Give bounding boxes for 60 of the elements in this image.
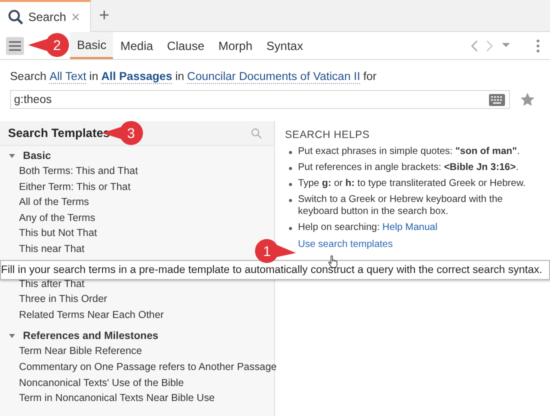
scope-link[interactable]: Councilar Documents of Vatican II [187,71,360,84]
keyboard-icon[interactable] [489,94,505,106]
help-text: Put exact phrases in simple quotes: "son of man". [298,146,520,158]
search-label: Search [10,71,46,84]
mode-tab[interactable]: Media [113,32,160,59]
search-icon [8,9,24,25]
help-text: Type g: or h: to type transliterated Greek or Hebrew. [298,178,526,190]
back-icon[interactable] [470,40,478,52]
template-item[interactable]: Term in Noncanonical Texts Near Bible Use [19,391,215,407]
group-heading[interactable]: References and Milestones [23,330,158,342]
helps-title: SEARCH HELPS [285,129,371,141]
star-icon[interactable] [520,92,535,107]
template-item[interactable]: Either Term: This or That [19,180,131,196]
search-label: in [175,71,184,84]
bullet-icon [289,167,292,170]
panel-title: Search Templates [8,126,110,140]
bullet-icon [289,227,292,230]
template-item[interactable]: Related Terms Near Each Other [19,308,164,324]
menu-button[interactable] [6,36,24,54]
template-item[interactable]: Commentary on One Passage refers to Another Passage [19,360,277,376]
menu-icon [9,40,21,50]
template-item[interactable]: Term Near Bible Reference [19,344,142,360]
expanded-icon[interactable] [9,333,15,340]
search-icon[interactable] [251,128,262,138]
scope-link[interactable]: All Passages [101,71,172,84]
help-link[interactable]: Help Manual [382,222,438,233]
tooltip: Fill in your search terms in a pre-made template to automatically construct a query with the correct search syntax. [0,260,550,280]
new-tab-button[interactable]: + [99,5,110,26]
mode-tab[interactable]: Clause [160,32,212,59]
search-label: in [89,71,98,84]
scope-link[interactable]: All Text [49,71,86,84]
dropdown-icon[interactable] [502,43,510,48]
template-item[interactable]: Three in This Order [19,292,108,308]
template-item[interactable]: Both Terms: This and That [19,164,138,180]
more-icon[interactable] [536,38,540,52]
expanded-icon[interactable] [9,153,15,159]
templates-link[interactable]: Use search templates [298,239,393,250]
template-item[interactable]: This near That [19,242,84,258]
search-field[interactable]: g:theos [10,90,510,109]
mode-tab[interactable]: Basic [70,32,114,59]
template-item[interactable]: This after That [19,276,84,292]
mode-tab[interactable]: Morph [211,32,260,59]
bullet-icon [289,199,292,202]
search-label: for [363,71,377,84]
help-text: Put references in angle brackets: <Bible Jn 3:16>. [298,162,519,174]
callout-badge: 2 [26,30,72,60]
group-heading[interactable]: Basic [23,150,52,162]
callout-badge: 1 [252,236,298,266]
bullet-icon [289,183,292,186]
mode-tab[interactable]: Syntax [259,32,310,59]
template-item[interactable]: All of the Terms [19,195,90,211]
template-item[interactable]: Noncanonical Texts' Use of the Bible [19,376,184,392]
template-item[interactable]: This but Not That [19,226,97,242]
tab-label: Search [28,10,66,24]
template-item[interactable]: Any of the Terms [19,210,96,226]
bullet-icon [289,151,292,154]
document-tab[interactable]: Search × [0,0,91,32]
hand-cursor-icon [328,255,338,268]
help-text: Switch to a Greek or Hebrew keyboard with the keyboard button in the search box. [298,194,504,218]
help-text: Help on searching: Help Manual [298,222,438,234]
